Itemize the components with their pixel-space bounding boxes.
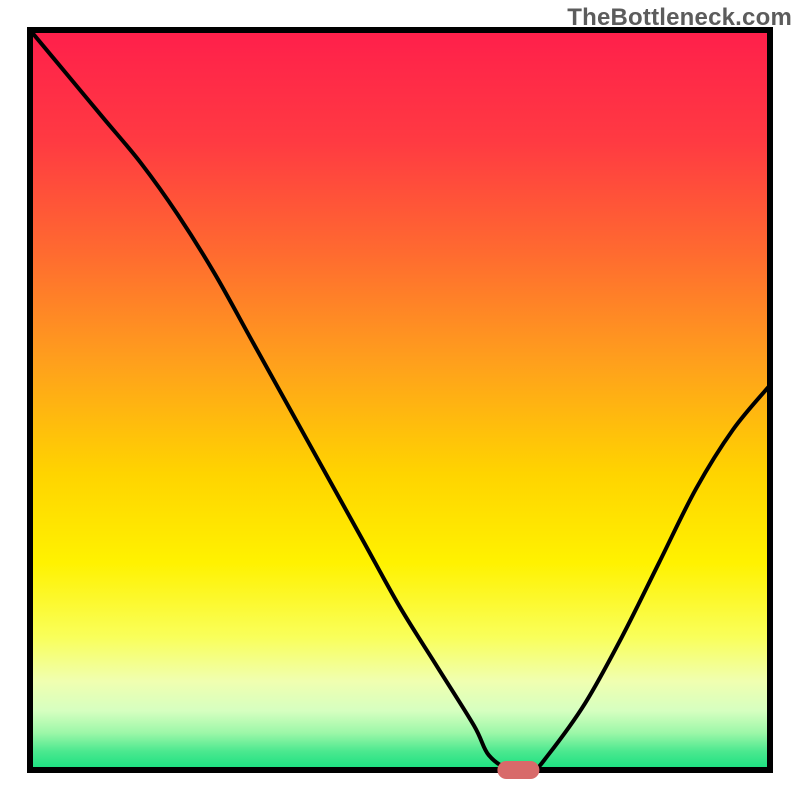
bottleneck-chart (0, 0, 800, 800)
chart-container: TheBottleneck.com (0, 0, 800, 800)
watermark-text: TheBottleneck.com (567, 4, 792, 32)
optimal-marker (497, 761, 539, 779)
plot-background (30, 30, 770, 770)
